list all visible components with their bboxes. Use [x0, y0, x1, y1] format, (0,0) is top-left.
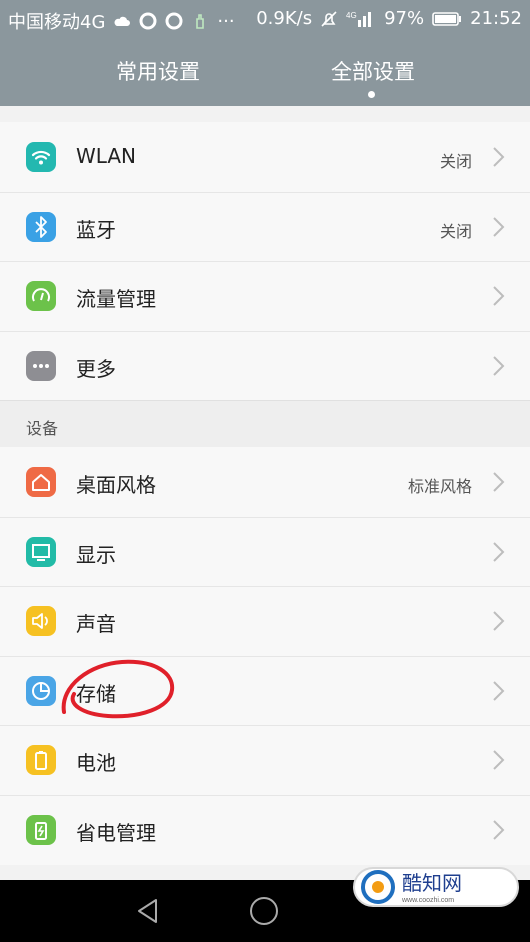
- speed-text: 0.9K/s: [256, 8, 313, 29]
- settings-row-battery[interactable]: 电池: [0, 725, 530, 795]
- tab-all-settings[interactable]: 全部设置: [331, 56, 415, 86]
- row-label: 显示: [76, 542, 116, 567]
- status-bar: 中国移动4G ··· 0.9K/s 4G 97% 21:52: [0, 0, 530, 38]
- battery-icon: [432, 11, 462, 26]
- row-label: 流量管理: [76, 287, 156, 311]
- row-label: 电池: [76, 751, 116, 775]
- settings-row-home-style[interactable]: 桌面风格 标准风格: [0, 447, 530, 517]
- settings-row-display[interactable]: 显示: [0, 516, 530, 587]
- settings-row-storage[interactable]: 存储: [0, 655, 530, 726]
- settings-list-device: 桌面风格 标准风格 显示 声音 存储 电池 省电管理: [0, 447, 530, 865]
- settings-row-power-saving[interactable]: 省电管理: [0, 794, 530, 865]
- qq-icon: [165, 12, 183, 30]
- cloud-icon: [114, 16, 131, 26]
- mute-icon: [321, 10, 337, 27]
- chevron-right-icon: [492, 610, 506, 632]
- chevron-right-icon: [492, 285, 506, 307]
- chevron-right-icon: [492, 819, 506, 841]
- signal-4g-icon: 4G: [346, 11, 372, 27]
- chevron-right-icon: [492, 680, 506, 702]
- settings-row-wlan[interactable]: WLAN 关闭: [0, 122, 530, 192]
- more-icon: [26, 350, 56, 381]
- storage-icon: [26, 675, 56, 706]
- chevron-right-icon: [492, 471, 506, 493]
- power-saving-icon: [26, 814, 56, 845]
- row-value: 关闭: [439, 221, 472, 241]
- chevron-right-icon: [492, 541, 506, 563]
- svg-text:4G: 4G: [346, 11, 357, 20]
- row-label: 桌面风格: [76, 473, 156, 497]
- row-label: 声音: [76, 612, 116, 636]
- row-value: 标准风格: [407, 477, 472, 496]
- data-usage-icon: [26, 281, 56, 311]
- wifi-icon: [26, 142, 56, 172]
- settings-row-data-usage[interactable]: 流量管理: [0, 261, 530, 331]
- row-label: 蓝牙: [76, 217, 116, 242]
- battery-percent: 97%: [384, 8, 425, 29]
- row-label: 更多: [76, 356, 116, 381]
- settings-row-more[interactable]: 更多: [0, 330, 530, 401]
- row-label: WLAN: [76, 144, 137, 168]
- home-style-icon: [26, 467, 56, 497]
- battery-icon: [26, 745, 56, 775]
- row-label: 存储: [76, 681, 116, 706]
- back-icon[interactable]: [136, 898, 160, 924]
- watermark-text: 酷知网: [402, 871, 462, 895]
- row-value: 关闭: [439, 152, 472, 171]
- chevron-right-icon: [492, 355, 506, 377]
- display-icon: [26, 536, 56, 567]
- settings-row-bluetooth[interactable]: 蓝牙 关闭: [0, 191, 530, 262]
- chevron-right-icon: [492, 749, 506, 771]
- section-title: 设备: [26, 419, 59, 438]
- watermark-url: www.coozhi.com: [401, 897, 454, 904]
- carrier-text: 中国移动4G: [8, 12, 106, 33]
- chevron-right-icon: [492, 146, 506, 168]
- chevron-right-icon: [492, 216, 506, 238]
- sound-icon: [26, 606, 56, 636]
- clock: 21:52: [470, 8, 522, 29]
- home-icon[interactable]: [250, 897, 278, 925]
- tab-common-settings[interactable]: 常用设置: [116, 56, 200, 86]
- hand-icon: [196, 14, 205, 29]
- selected-tab-indicator: [368, 91, 375, 98]
- settings-list-network: WLAN 关闭 蓝牙 关闭 流量管理 更多: [0, 122, 530, 400]
- section-header-device: 设备: [0, 400, 530, 449]
- more-dots-icon: ···: [217, 10, 235, 32]
- bluetooth-icon: [26, 211, 56, 242]
- header: 中国移动4G ··· 0.9K/s 4G 97% 21:52 常用设置 全部设置: [0, 0, 530, 106]
- settings-row-sound[interactable]: 声音: [0, 586, 530, 656]
- coozhi-watermark: 酷知网 www.coozhi.com: [353, 867, 519, 907]
- tab-bar: 常用设置 全部设置: [0, 46, 530, 102]
- row-label: 省电管理: [76, 820, 156, 845]
- qq-icon: [139, 12, 157, 30]
